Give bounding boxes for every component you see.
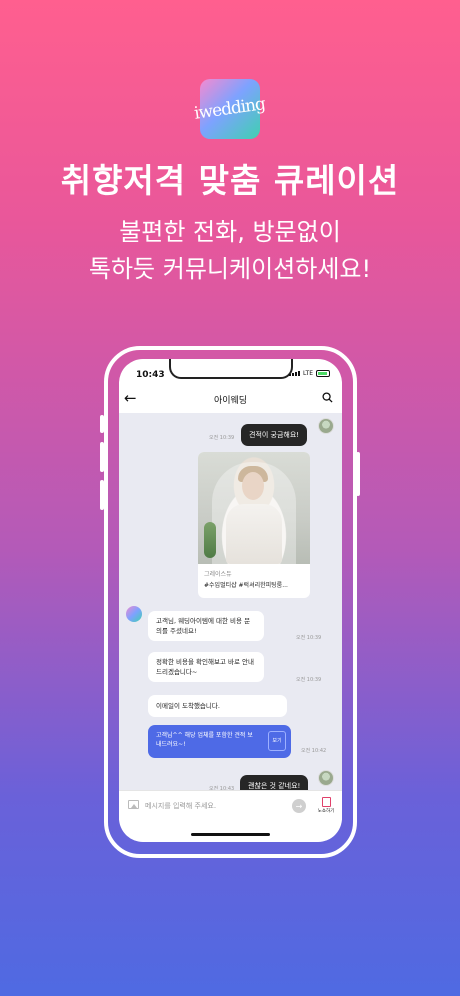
user-avatar [318, 418, 334, 434]
shop-card[interactable]: 그레이스듀 #수입멀티샵 #럭셔리한피팅룸... [198, 452, 310, 598]
battery-icon [316, 370, 330, 377]
headline: 취향저격 맞춤 큐레이션 [60, 161, 400, 200]
shop-card-name: 그레이스듀 [204, 571, 232, 578]
shop-card-image [198, 452, 310, 564]
message-input-bar: 메시지를 입력해 주세요. → 노쇼하기 [119, 790, 342, 820]
send-arrow-icon[interactable]: → [292, 799, 306, 813]
image-attach-icon[interactable] [128, 800, 139, 809]
phone-side-button [100, 442, 104, 472]
chat-area[interactable]: 오전 10:39 견적이 궁금해요! 그레이스듀 #수입멀티샵 #럭셔리한피팅룸… [119, 413, 342, 797]
message-bubble-shop: 이메일이 도착했습니다. [148, 695, 287, 717]
phone-side-button [356, 452, 360, 496]
network-label: LTE [303, 370, 313, 377]
subheadline-line-2: 톡하듯 커뮤니케이션하세요! [88, 255, 372, 283]
message-time: 오전 10:39 [296, 635, 322, 641]
search-icon[interactable] [322, 392, 333, 403]
phone-side-button [100, 415, 104, 433]
message-input[interactable]: 메시지를 입력해 주세요. [145, 801, 216, 811]
shop-card-tags: #수입멀티샵 #럭셔리한피팅룸... [204, 582, 288, 589]
estimate-message-bubble[interactable]: 고객님^^ 해당 업체를 포함한 견적 보내드려요~! 보기 [148, 725, 291, 758]
user-avatar [318, 770, 334, 786]
subheadline-line-1: 불편한 전화, 방문없이 [119, 218, 341, 246]
status-time: 10:43 [136, 370, 165, 380]
status-indicators: LTE [289, 370, 330, 377]
home-indicator [191, 833, 270, 836]
app-logo: iwedding [193, 79, 267, 139]
phone-screen: 10:43 LTE ← 아이웨딩 오전 10:39 견적이 궁금해요! 그레이스… [119, 359, 342, 842]
message-bubble-shop: 고객님, 웨딩아이템에 대한 비용 문의를 주셨네요! [148, 611, 264, 641]
message-time: 오전 10:39 [209, 435, 235, 441]
chat-appbar: ← 아이웨딩 [119, 387, 342, 413]
message-time: 오전 10:42 [301, 748, 327, 754]
signal-icon [289, 371, 301, 376]
view-estimate-button[interactable]: 보기 [268, 731, 286, 751]
message-time: 오전 10:39 [296, 677, 322, 683]
message-bubble-user: 견적이 궁금해요! [241, 424, 308, 446]
shop-avatar [126, 606, 142, 622]
noshow-icon [321, 797, 331, 807]
chat-title: 아이웨딩 [213, 396, 248, 406]
message-bubble-shop: 정확한 비용을 확인해보고 바로 안내드리겠습니다~ [148, 652, 264, 682]
noshow-label: 노쇼하기 [317, 809, 335, 814]
phone-notch [169, 359, 293, 379]
noshow-button[interactable]: 노쇼하기 [314, 797, 338, 814]
estimate-message-text: 고객님^^ 해당 업체를 포함한 견적 보내드려요~! [156, 732, 253, 748]
phone-side-button [100, 480, 104, 510]
